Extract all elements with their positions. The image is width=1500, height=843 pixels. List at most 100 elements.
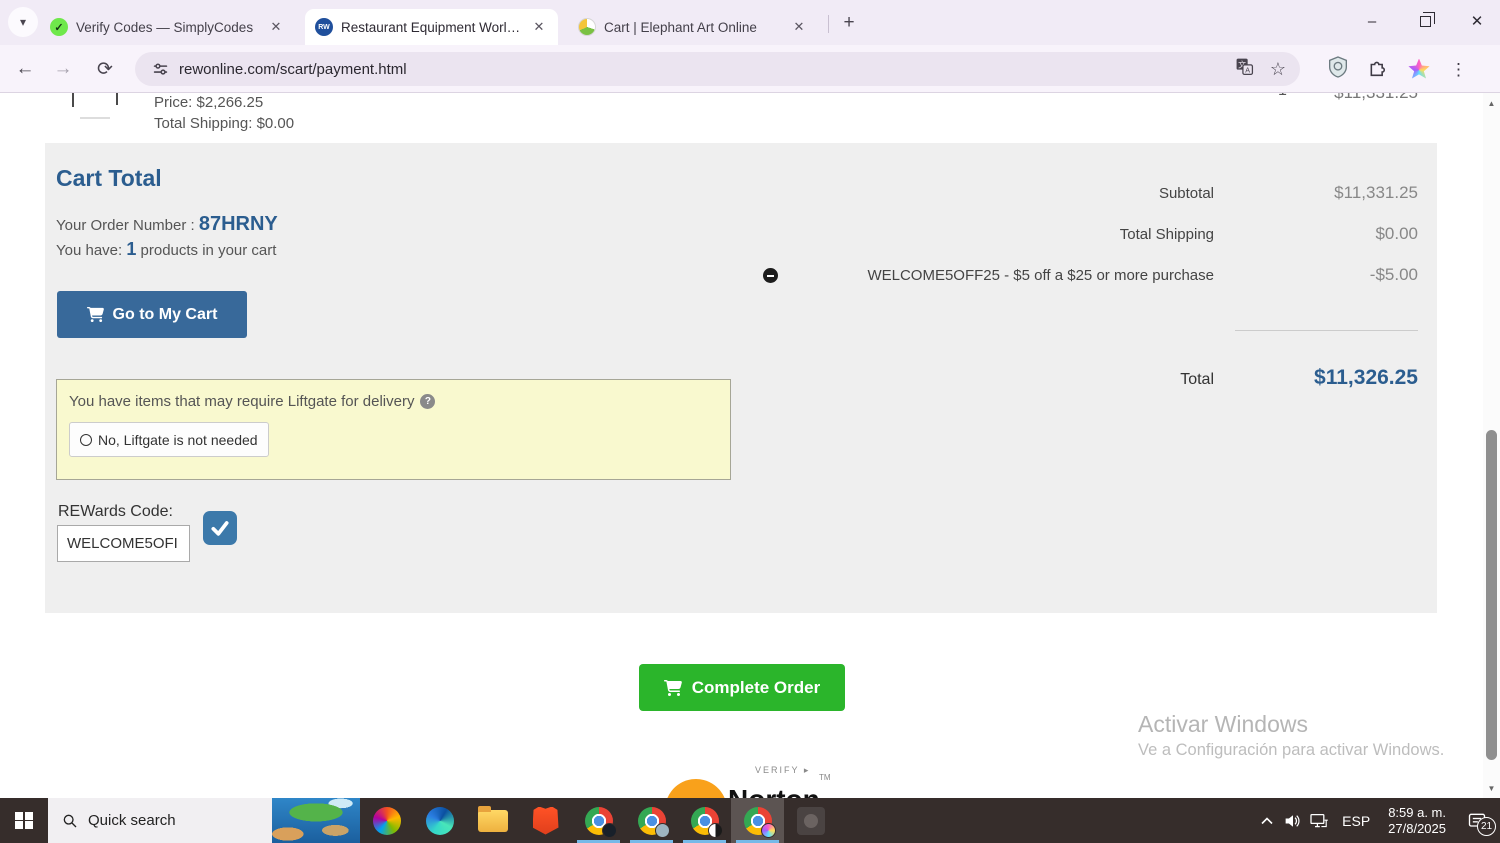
cart-total-heading: Cart Total xyxy=(56,165,162,191)
edge-app-icon[interactable] xyxy=(413,798,466,843)
cart-icon xyxy=(86,306,104,323)
cart-payment-page: Price: $2,266.25 Total Shipping: $0.00 1… xyxy=(0,93,1500,798)
tab-elephant-art[interactable]: Cart | Elephant Art Online ✕ xyxy=(568,9,818,45)
privacy-shield-icon[interactable] xyxy=(1328,56,1348,83)
tray-time: 8:59 a. m. xyxy=(1388,804,1446,820)
tab-title: Restaurant Equipment World | S xyxy=(341,19,522,35)
scroll-up-icon[interactable]: ▲ xyxy=(1483,95,1500,111)
bookmark-star-icon[interactable]: ☆ xyxy=(1270,59,1286,80)
taskbar-search-label: Quick search xyxy=(88,812,176,829)
chrome-profile1-app-icon[interactable] xyxy=(572,798,625,843)
tray-date: 27/8/2025 xyxy=(1388,820,1446,836)
close-tab-icon[interactable]: ✕ xyxy=(267,18,285,36)
activate-windows-watermark: Activar Windows xyxy=(1138,711,1308,737)
system-tray: ESP 8:59 a. m. 27/8/2025 21 xyxy=(1254,798,1500,843)
liftgate-message: You have items that may require Liftgate… xyxy=(69,393,436,410)
extensions-puzzle-icon[interactable] xyxy=(1368,57,1388,82)
go-to-my-cart-label: Go to My Cart xyxy=(112,305,218,323)
product-image-partial xyxy=(80,117,110,119)
order-number-value: 87HRNY xyxy=(198,213,278,235)
liftgate-message-text: You have items that may require Liftgate… xyxy=(69,393,415,410)
copilot-app-icon[interactable] xyxy=(360,798,413,843)
products-count-line: You have: 1 products in your cart xyxy=(56,239,276,260)
url-text: rewonline.com/scart/payment.html xyxy=(179,60,407,78)
forward-button[interactable]: → xyxy=(50,56,76,82)
coupon-value: -$5.00 xyxy=(1369,265,1418,284)
go-to-my-cart-button[interactable]: Go to My Cart xyxy=(57,291,247,338)
network-icon[interactable] xyxy=(1306,798,1332,843)
close-tab-icon[interactable]: ✕ xyxy=(530,18,548,36)
new-tab-button[interactable]: + xyxy=(836,10,862,36)
notification-center-button[interactable]: 21 xyxy=(1454,798,1500,843)
complete-order-label: Complete Order xyxy=(691,677,821,697)
clock-date[interactable]: 8:59 a. m. 27/8/2025 xyxy=(1380,805,1454,837)
simplycodes-favicon-icon: ✓ xyxy=(50,18,68,36)
tab-verify-codes[interactable]: ✓ Verify Codes — SimplyCodes ✕ xyxy=(40,9,295,45)
products-suffix: products in your cart xyxy=(136,242,277,259)
menu-kebab-icon[interactable]: ⋮ xyxy=(1450,60,1467,80)
products-count-value: 1 xyxy=(126,239,137,259)
remove-coupon-icon[interactable] xyxy=(763,268,778,283)
shipping-value: $0.00 xyxy=(1375,224,1418,243)
vertical-scrollbar[interactable]: ▲ ▼ xyxy=(1483,93,1500,798)
you-have-label: You have: xyxy=(56,242,127,259)
translate-icon[interactable]: 文A xyxy=(1235,57,1254,81)
rewards-code-input[interactable]: WELCOME5OFI xyxy=(57,525,190,562)
item-shipping: Total Shipping: $0.00 xyxy=(154,115,295,132)
shipping-label: Total Shipping xyxy=(1119,226,1214,243)
subtotal-value: $11,331.25 xyxy=(1334,183,1418,202)
tab-search-button[interactable]: ▾ xyxy=(8,7,38,37)
profile-avatar-icon[interactable] xyxy=(1408,58,1430,79)
liftgate-decline-label: No, Liftgate is not needed xyxy=(98,431,258,448)
chevron-down-icon: ▾ xyxy=(19,15,27,29)
activate-windows-watermark-sub: Ve a Configuración para activar Windows. xyxy=(1138,741,1445,759)
item-price: Price: $2,266.25 xyxy=(154,94,264,111)
help-question-icon[interactable]: ? xyxy=(420,394,436,409)
tab-restaurant-equipment[interactable]: RW Restaurant Equipment World | S ✕ xyxy=(305,9,558,45)
close-tab-icon[interactable]: ✕ xyxy=(790,18,808,36)
rew-favicon-icon: RW xyxy=(315,18,333,36)
total-label: Total xyxy=(1180,371,1214,388)
windows-taskbar: Quick search ESP 8:59 a. m. 27/8/2025 21 xyxy=(0,798,1500,843)
search-icon xyxy=(63,814,77,827)
start-button[interactable] xyxy=(0,798,48,843)
background-app-icon[interactable] xyxy=(784,798,837,843)
norton-tm: TM xyxy=(819,773,831,782)
brave-app-icon[interactable] xyxy=(519,798,572,843)
file-explorer-app-icon[interactable] xyxy=(466,798,519,843)
reload-button[interactable]: ⟳ xyxy=(92,56,118,82)
rewards-apply-checkbox[interactable] xyxy=(203,511,237,545)
order-number-line: Your Order Number : 87HRNY xyxy=(56,213,278,236)
complete-order-button[interactable]: Complete Order xyxy=(639,664,845,711)
subtotal-label: Subtotal xyxy=(1158,185,1214,202)
chrome-profile2-app-icon[interactable] xyxy=(625,798,678,843)
address-bar[interactable]: rewonline.com/scart/payment.html 文A ☆ xyxy=(135,52,1300,86)
tab-separator xyxy=(828,15,829,33)
restore-button[interactable] xyxy=(1402,0,1448,42)
back-button[interactable]: ← xyxy=(12,56,38,82)
tab-title: Cart | Elephant Art Online xyxy=(604,19,757,35)
volume-icon[interactable] xyxy=(1280,798,1306,843)
tray-chevron-up-icon[interactable] xyxy=(1254,798,1280,843)
norton-secured-seal[interactable]: VERIFY ▸ TM ✓ Norton xyxy=(660,761,842,798)
restore-icon xyxy=(1419,12,1435,27)
notification-count-badge: 21 xyxy=(1477,817,1496,836)
radio-circle-icon xyxy=(80,433,92,446)
item-line-total: $11,331.25 xyxy=(1334,93,1418,103)
widgets-weather-icon[interactable] xyxy=(272,798,360,843)
minimize-button[interactable]: – xyxy=(1349,0,1395,42)
chrome-profile4-app-icon-active[interactable] xyxy=(731,798,784,843)
chrome-profile3-app-icon[interactable] xyxy=(678,798,731,843)
close-window-button[interactable]: ✕ xyxy=(1454,0,1500,42)
scroll-down-icon[interactable]: ▼ xyxy=(1483,780,1500,796)
taskbar-search-box[interactable]: Quick search xyxy=(48,798,272,843)
taskbar-pinned-apps xyxy=(360,798,837,843)
elephant-favicon-icon xyxy=(578,18,596,36)
language-indicator[interactable]: ESP xyxy=(1332,813,1380,829)
liftgate-decline-button[interactable]: No, Liftgate is not needed xyxy=(69,422,269,457)
scrollbar-thumb[interactable] xyxy=(1486,430,1497,760)
site-info-icon[interactable] xyxy=(149,58,171,80)
cart-icon xyxy=(663,679,682,696)
summary-divider xyxy=(1235,330,1418,331)
coupon-description: WELCOME5OFF25 - $5 off a $25 or more pur… xyxy=(867,267,1214,284)
